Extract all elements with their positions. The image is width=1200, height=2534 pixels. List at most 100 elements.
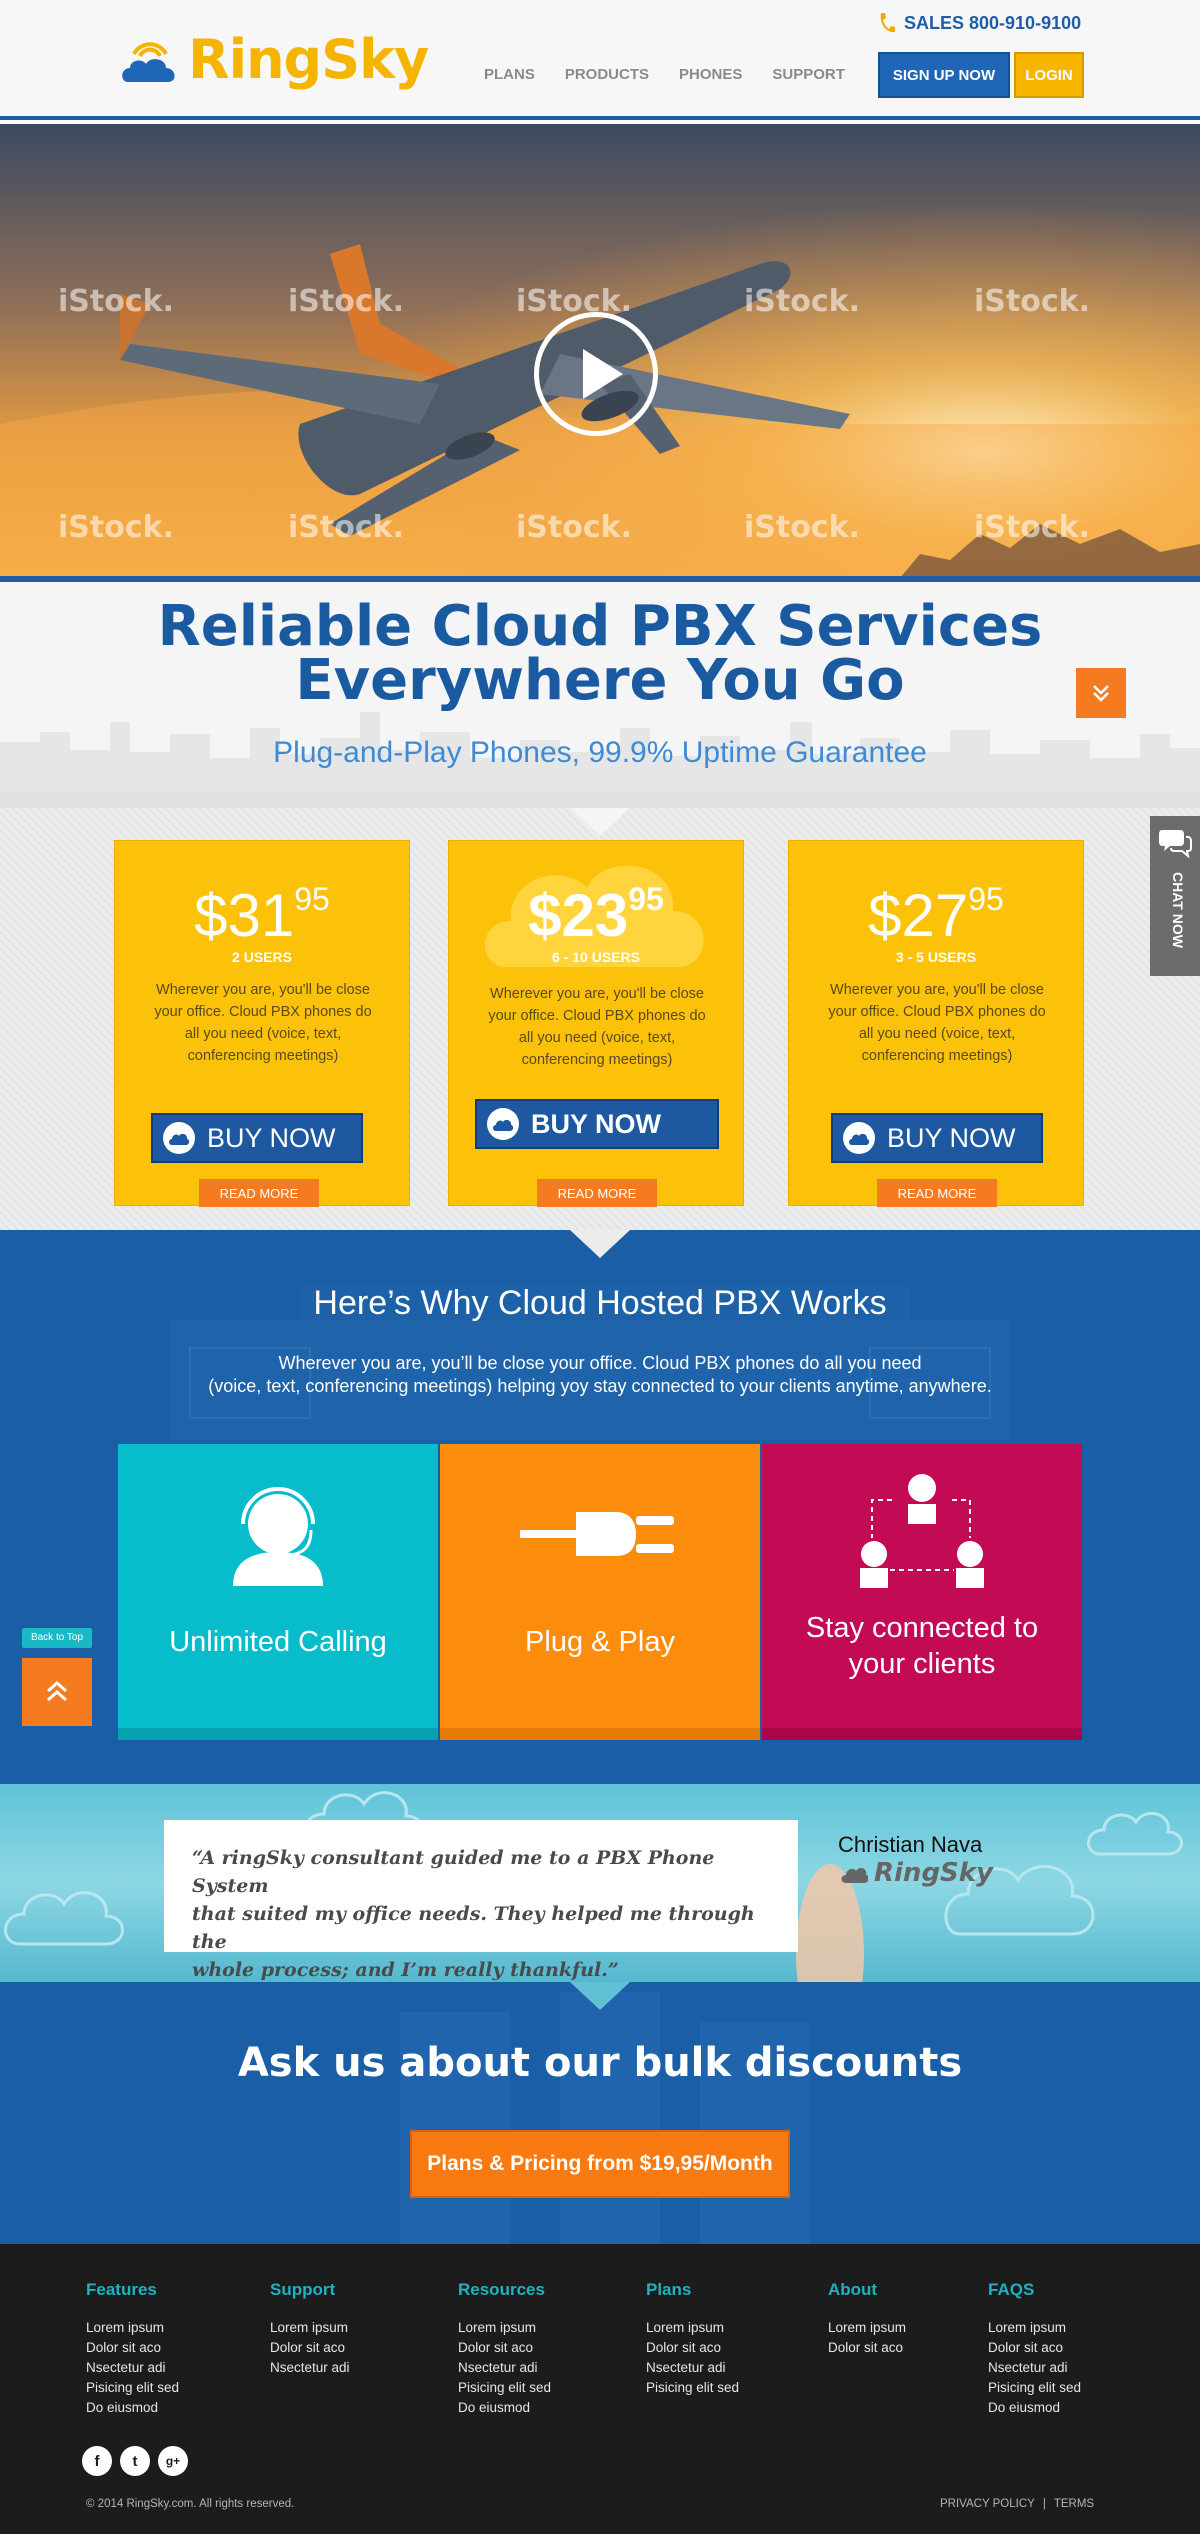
watermark: iStock. <box>288 510 404 545</box>
nav-products[interactable]: PRODUCTS <box>565 66 649 83</box>
footer-link[interactable]: Dolor sit aco <box>828 2338 906 2358</box>
plan-description: Wherever you are, you'll be close your o… <box>488 986 706 1068</box>
footer-link[interactable]: Do eiusmod <box>988 2398 1081 2418</box>
plan-price: $3195 <box>194 881 330 949</box>
plan-description: Wherever you are, you'll be close your o… <box>154 982 372 1064</box>
footer-link[interactable]: Lorem ipsum <box>988 2318 1081 2338</box>
cloud-phone-icon <box>843 1122 875 1154</box>
footer-link[interactable]: Lorem ipsum <box>828 2318 906 2338</box>
chat-bubbles-icon <box>1159 830 1192 858</box>
watermark: iStock. <box>744 510 860 545</box>
footer-column-plans: Plans Lorem ipsum Dolor sit aco Nsectetu… <box>646 2280 739 2398</box>
plan-card: $3195 2 USERS Wherever you are, you'll b… <box>114 840 410 1207</box>
terms-link[interactable]: TERMS <box>1054 2498 1094 2510</box>
watermark: iStock. <box>288 284 404 319</box>
feature-tile-label-line1: Stay connected to <box>805 1612 1039 1644</box>
testimonial-author: Christian Nava <box>838 1832 983 1857</box>
facebook-icon[interactable]: f <box>82 2446 112 2476</box>
footer-link[interactable]: Lorem ipsum <box>458 2318 551 2338</box>
feature-tile-label: Stay connected to your clients <box>762 1610 1082 1682</box>
buy-now-label: BUY NOW <box>531 1108 662 1139</box>
read-more-button[interactable]: READ MORE <box>877 1179 997 1207</box>
back-to-top[interactable]: Back to Top <box>22 1628 92 1726</box>
footer-link[interactable]: Dolor sit aco <box>458 2338 551 2358</box>
main-nav: PLANS PRODUCTS PHONES SUPPORT <box>484 66 845 83</box>
twitter-icon[interactable]: t <box>120 2446 150 2476</box>
watermark: iStock. <box>58 510 174 545</box>
footer-link[interactable]: Nsectetur adi <box>988 2358 1081 2378</box>
google-plus-icon[interactable]: g+ <box>158 2446 188 2476</box>
buy-now-label: BUY NOW <box>887 1122 1016 1153</box>
buy-now-button[interactable]: BUY NOW <box>151 1113 363 1163</box>
tile-footer-bar <box>762 1728 1082 1740</box>
read-more-button[interactable]: READ MORE <box>199 1179 319 1207</box>
plug-icon <box>520 1512 674 1556</box>
chat-now-tab[interactable]: CHAT NOW <box>1150 816 1200 976</box>
footer-link[interactable]: Nsectetur adi <box>270 2358 350 2378</box>
footer-link[interactable]: Dolor sit aco <box>86 2338 179 2358</box>
footer-link[interactable]: Pisicing elit sed <box>86 2378 179 2398</box>
footer-link[interactable]: Do eiusmod <box>458 2398 551 2418</box>
footer-link[interactable]: Lorem ipsum <box>646 2318 739 2338</box>
tile-footer-bar <box>118 1728 438 1740</box>
footer-link[interactable]: Pisicing elit sed <box>988 2378 1081 2398</box>
footer-link[interactable]: Pisicing elit sed <box>646 2378 739 2398</box>
testimonial-quote-line1: “A ringSky consultant guided me to a PBX… <box>192 1847 715 1897</box>
buy-now-button[interactable]: BUY NOW <box>475 1099 719 1149</box>
footer-link[interactable]: Dolor sit aco <box>270 2338 350 2358</box>
play-icon[interactable] <box>534 312 658 436</box>
section-pointer <box>570 1230 630 1258</box>
logo-icon <box>841 1868 868 1883</box>
watermark: iStock. <box>516 284 632 319</box>
feature-tile-label: Plug & Play <box>525 1626 675 1658</box>
nav-support[interactable]: SUPPORT <box>772 66 845 83</box>
feature-tile-stay-connected[interactable]: Stay connected to your clients <box>762 1444 1082 1740</box>
testimonial-card: “A ringSky consultant guided me to a PBX… <box>164 1820 798 1981</box>
footer-heading: About <box>828 2280 878 2299</box>
sales-phone[interactable]: SALES 800-910-9100 <box>878 12 1081 34</box>
testimonial-company-name: RingSky <box>874 1858 994 1888</box>
footer-link[interactable]: Lorem ipsum <box>86 2318 179 2338</box>
read-more-button[interactable]: READ MORE <box>537 1179 657 1207</box>
footer-link[interactable]: Nsectetur adi <box>86 2358 179 2378</box>
footer-column-features: Features Lorem ipsum Dolor sit aco Nsect… <box>86 2280 179 2418</box>
watermark: iStock. <box>516 510 632 545</box>
buy-now-button[interactable]: BUY NOW <box>831 1113 1043 1163</box>
privacy-policy-link[interactable]: PRIVACY POLICY <box>940 2498 1035 2510</box>
nav-phones[interactable]: PHONES <box>679 66 742 83</box>
watermark: iStock. <box>974 284 1090 319</box>
back-to-top-button[interactable] <box>22 1658 92 1726</box>
footer-heading: Plans <box>646 2280 692 2299</box>
plan-price: $2395 <box>528 881 664 949</box>
footer-column-about: About Lorem ipsum Dolor sit aco <box>828 2280 906 2358</box>
testimonial-quote: “A ringSky consultant guided me to a PBX… <box>192 1844 770 1984</box>
copyright: © 2014 RingSky.com. All rights reserved. <box>86 2498 295 2510</box>
logo-wordmark[interactable]: RingSky <box>188 28 429 91</box>
feature-tile-plug-and-play[interactable]: Plug & Play <box>440 1444 760 1740</box>
footer-heading: Resources <box>458 2280 545 2299</box>
chat-now-label: CHAT NOW <box>1170 872 1186 948</box>
footer-column-faqs: FAQS Lorem ipsum Dolor sit aco Nsectetur… <box>988 2280 1081 2418</box>
testimonial-quote-line2: that suited my office needs. They helped… <box>192 1903 755 1953</box>
footer-link[interactable]: Dolor sit aco <box>988 2338 1081 2358</box>
scroll-down-button[interactable] <box>1076 668 1126 718</box>
legal-separator: | <box>1042 2498 1046 2510</box>
logo-icon[interactable] <box>120 28 180 88</box>
footer-link[interactable]: Nsectetur adi <box>458 2358 551 2378</box>
footer-link[interactable]: Lorem ipsum <box>270 2318 350 2338</box>
footer-heading: Features <box>86 2280 157 2299</box>
nav-plans[interactable]: PLANS <box>484 66 535 83</box>
plan-users: 6 - 10 USERS <box>552 949 640 965</box>
login-button[interactable]: LOGIN <box>1014 52 1084 98</box>
footer-link[interactable]: Dolor sit aco <box>646 2338 739 2358</box>
footer-link[interactable]: Nsectetur adi <box>646 2358 739 2378</box>
feature-tile-unlimited-calling[interactable]: Unlimited Calling <box>118 1444 438 1740</box>
plan-users: 2 USERS <box>232 949 292 965</box>
testimonial-company: RingSky <box>840 1858 993 1888</box>
pricing-button[interactable]: Plans & Pricing from $19,95/Month <box>410 2130 790 2198</box>
signup-button[interactable]: SIGN UP NOW <box>878 52 1010 98</box>
watermark: iStock. <box>744 284 860 319</box>
server-background <box>400 1992 810 2244</box>
footer-link[interactable]: Do eiusmod <box>86 2398 179 2418</box>
footer-link[interactable]: Pisicing elit sed <box>458 2378 551 2398</box>
